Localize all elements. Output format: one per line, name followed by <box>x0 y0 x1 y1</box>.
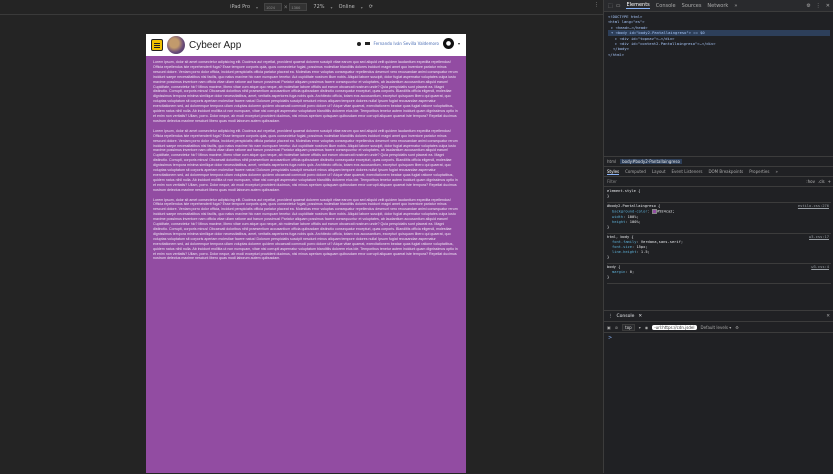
app-title: Cybeer App <box>189 39 242 51</box>
more-options-icon[interactable]: ⋮ <box>608 314 613 319</box>
app-logo <box>167 36 185 54</box>
devtools-panel: ⬚ ▭ Elements Console Sources Network » ⚙ ⋮… <box>603 0 833 474</box>
user-avatar-icon[interactable]: ● <box>442 38 454 49</box>
chevron-down-icon: ▾ <box>256 4 259 10</box>
console-filter-input[interactable]: -url:https://cdn.jsdel <box>652 324 697 330</box>
levels-select[interactable]: Default levels ▾ <box>701 325 732 330</box>
notification-icon[interactable] <box>356 41 361 46</box>
add-rule-button[interactable]: + <box>828 179 831 184</box>
breadcrumb-item[interactable]: body#body2-Pantallaingreso <box>620 159 682 164</box>
chevron-down-icon: ▾ <box>330 4 333 10</box>
throttle-select[interactable]: Online <box>339 4 355 10</box>
tab-event-listeners[interactable]: Event Listeners <box>672 169 703 174</box>
tab-sources[interactable]: Sources <box>682 3 702 9</box>
breadcrumb-item[interactable]: html <box>607 159 616 164</box>
tab-elements[interactable]: Elements <box>626 2 650 9</box>
close-drawer-icon[interactable]: ✕ <box>826 314 830 319</box>
style-rule: element.style { } <box>607 188 831 203</box>
width-input[interactable] <box>264 3 283 11</box>
tab-properties[interactable]: Properties <box>749 169 769 174</box>
rule-source-link[interactable]: w3.css:17 <box>809 235 829 240</box>
style-rule: estilo.css:276 #body2-Pantallaingreso { … <box>607 203 831 234</box>
clear-console-icon[interactable]: ⊘ <box>615 325 618 330</box>
dimension-inputs: × <box>264 3 308 11</box>
device-select[interactable]: iPad Pro <box>230 4 250 10</box>
tab-network[interactable]: Network <box>707 3 728 9</box>
more-options-icon[interactable]: ⋮ <box>594 2 599 8</box>
cls-toggle[interactable]: .cls <box>818 179 825 184</box>
page-content: Lorem ipsum, dolor sit amet consectetur … <box>146 56 466 270</box>
eye-icon[interactable]: ◉ <box>645 325 649 330</box>
rule-source-link[interactable]: estilo.css:276 <box>798 204 829 209</box>
drawer-tabs: ⋮ Console ✕ ✕ <box>604 311 833 322</box>
chevron-down-icon: ▾ <box>360 4 363 10</box>
styles-subtabs: Styles Computed Layout Event Listeners D… <box>604 166 833 177</box>
height-input[interactable] <box>289 3 308 11</box>
paragraph: Lorem ipsum, dolor sit amet consectetur … <box>153 128 458 192</box>
paragraph: Lorem ipsum, dolor sit amet consectetur … <box>153 60 458 123</box>
gear-icon[interactable]: ⚙ <box>806 3 810 9</box>
tab-computed[interactable]: Computed <box>625 169 646 174</box>
tab-dom-breakpoints[interactable]: DOM Breakpoints <box>708 169 743 174</box>
emulated-page: Cybeer App Fernando Iván Sevilla Valdemo… <box>146 34 466 473</box>
console-toolbar: ▣ ⊘ top ▾ ◉ -url:https://cdn.jsdel Defau… <box>604 322 833 333</box>
style-rule: w3.css:17 html, body { font-family: Verd… <box>607 234 831 264</box>
tab-console[interactable]: Console <box>656 3 676 9</box>
dom-line[interactable]: </html> <box>608 52 830 57</box>
tab-layout[interactable]: Layout <box>652 169 666 174</box>
gear-icon[interactable]: ⚙ <box>735 325 739 330</box>
inspect-icon[interactable]: ⬚ <box>608 3 613 9</box>
tab-console-drawer[interactable]: Console <box>617 314 635 319</box>
breadcrumb: html body#body2-Pantallaingreso <box>604 156 833 166</box>
zoom-select[interactable]: 72% <box>313 4 324 10</box>
device-toolbar: iPad Pro ▾ × 72% ▾ Online ▾ ⟳ ⋮ <box>0 0 603 15</box>
rule-source-link[interactable]: w3.css:4 <box>811 265 829 270</box>
chevron-down-icon: ▾ <box>638 324 641 330</box>
paragraph: Lorem ipsum, dolor sit amet consectetur … <box>153 197 458 261</box>
sidebar-toggle-icon[interactable]: ▣ <box>607 325 611 330</box>
devtools-tabs: ⬚ ▭ Elements Console Sources Network » ⚙ ⋮… <box>604 0 833 12</box>
rotate-icon[interactable]: ⟳ <box>369 4 373 10</box>
user-name[interactable]: Fernando Iván Sevilla Valdemoro <box>374 41 439 46</box>
flag-icon[interactable] <box>364 42 370 45</box>
context-select[interactable]: top <box>622 323 635 331</box>
close-icon[interactable]: ✕ <box>826 3 830 9</box>
styles-filter-input[interactable]: Filter <box>607 179 617 184</box>
styles-pane: element.style { } estilo.css:276 #body2-… <box>604 187 833 285</box>
close-icon[interactable]: ✕ <box>638 314 642 319</box>
more-tabs-icon[interactable]: » <box>775 169 777 174</box>
menu-button[interactable] <box>151 39 163 51</box>
styles-filter-bar: Filter :hov .cls + <box>604 177 833 187</box>
hov-toggle[interactable]: :hov <box>806 179 815 184</box>
chevron-down-icon[interactable]: ▾ <box>458 41 460 46</box>
device-icon[interactable]: ▭ <box>616 3 621 9</box>
console-drawer: ⋮ Console ✕ ✕ ▣ ⊘ top ▾ ◉ -url:https://c… <box>604 310 833 474</box>
more-options-icon[interactable]: ⋮ <box>816 3 821 9</box>
style-rule: w3.css:4 body { margin: 0; } <box>607 264 831 284</box>
console-prompt[interactable]: > <box>604 333 833 343</box>
nav-right: Fernando Iván Sevilla Valdemoro ● ▾ <box>356 38 460 49</box>
dom-tree: <!DOCTYPE html> <html lang="es"> ▸ <head… <box>604 12 833 156</box>
tab-styles[interactable]: Styles <box>607 169 620 175</box>
topnav: Cybeer App Fernando Iván Sevilla Valdemo… <box>146 34 466 56</box>
more-tabs-icon[interactable]: » <box>734 3 737 9</box>
